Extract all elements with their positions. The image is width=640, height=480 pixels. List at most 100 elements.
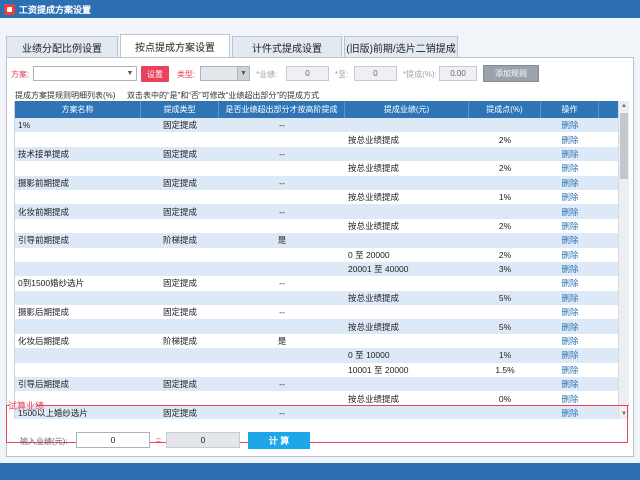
delete-link[interactable]: 删除 [541, 176, 599, 190]
scheme-label: 方案: [11, 69, 30, 79]
delete-link[interactable]: 删除 [541, 377, 599, 391]
tab-performance-ratio[interactable]: 业绩分配比例设置 [6, 36, 118, 58]
tab-panel: 方案: ▼ 设置 类型: ▼ *业绩: 0 *至: 0 *提成(%): 0.00… [6, 57, 634, 457]
cell-performance: 20001 至 40000 [348, 264, 409, 275]
chevron-down-icon: ▼ [237, 67, 249, 80]
commission-label: *提成(%): [403, 69, 437, 79]
delete-link[interactable]: 删除 [541, 348, 599, 362]
col-excess-only[interactable]: 是否业绩超出部分才按高阶提成 [219, 101, 345, 118]
cell-scheme-name [15, 248, 141, 262]
cell-rate: 5% [498, 321, 512, 332]
cell-rate: 0% [498, 393, 512, 404]
cell-performance: 10001 至 20000 [348, 364, 409, 375]
table-row[interactable]: 0 至 20000 2% 删除 [15, 247, 618, 262]
table-row[interactable]: 20001 至 40000 3% 删除 [15, 261, 618, 277]
delete-link[interactable]: 删除 [541, 305, 599, 319]
col-performance[interactable]: 提成业绩(元) [345, 101, 469, 118]
scroll-thumb[interactable] [620, 113, 628, 179]
perf-from-input[interactable]: 0 [286, 66, 329, 81]
cell-performance: 0 至 10000 [348, 350, 390, 361]
delete-link[interactable]: 删除 [541, 118, 599, 132]
table-row[interactable]: 按总业绩提成 1% 删除 [15, 189, 618, 205]
delete-link[interactable]: 删除 [541, 132, 599, 146]
table-row[interactable]: 引导后期提成 固定提成 -- 删除 [15, 377, 618, 392]
delete-link[interactable]: 删除 [541, 391, 599, 405]
cell-excess-only [219, 363, 345, 377]
cell-scheme-name [15, 161, 141, 175]
cell-performance [345, 305, 469, 319]
cell-rate: 3% [498, 264, 512, 275]
tab-point-commission[interactable]: 按点提成方案设置 [120, 34, 230, 58]
cell-performance [345, 176, 469, 190]
delete-link[interactable]: 删除 [541, 248, 599, 262]
table-row[interactable]: 10001 至 20000 1.5% 删除 [15, 362, 618, 378]
table-row[interactable]: 按总业绩提成 2% 删除 [15, 218, 618, 234]
table-row[interactable]: 0 至 10000 1% 删除 [15, 348, 618, 363]
delete-link[interactable]: 删除 [541, 334, 599, 348]
tab-piece-commission[interactable]: 计件式提成设置 [232, 36, 342, 58]
cell-excess-only: 是 [277, 336, 287, 347]
cell-performance [345, 276, 469, 290]
cell-rate [469, 204, 541, 218]
delete-link[interactable]: 删除 [541, 190, 599, 204]
table-row[interactable]: 1% 固定提成 -- 删除 [15, 118, 618, 133]
table-row[interactable]: 按总业绩提成 2% 删除 [15, 161, 618, 176]
cell-scheme-name: 技术接单提成 [18, 148, 70, 159]
cell-excess-only [219, 219, 345, 233]
calc-input[interactable]: 0 [76, 432, 150, 448]
vertical-scrollbar[interactable]: ▲ ▼ [618, 101, 629, 419]
col-rate[interactable]: 提成点(%) [469, 101, 541, 118]
delete-link[interactable]: 删除 [541, 319, 599, 333]
table-row[interactable]: 按总业绩提成 5% 删除 [15, 319, 618, 334]
table-row[interactable]: 化妆后期提成 阶梯提成 是 删除 [15, 333, 618, 349]
delete-link[interactable]: 删除 [541, 161, 599, 175]
table-row[interactable]: 按总业绩提成 0% 删除 [15, 391, 618, 406]
cell-commission-type: 固定提成 [162, 379, 197, 390]
cell-performance [345, 204, 469, 218]
table-row[interactable]: 按总业绩提成 2% 删除 [15, 132, 618, 147]
cell-excess-only: -- [279, 379, 285, 390]
table-row[interactable]: 按总业绩提成 5% 删除 [15, 290, 618, 306]
delete-link[interactable]: 删除 [541, 276, 599, 290]
cell-performance [345, 147, 469, 161]
add-rule-button[interactable]: 添加规则 [483, 65, 539, 82]
col-commission-type[interactable]: 提成类型 [141, 101, 219, 118]
delete-link[interactable]: 删除 [541, 233, 599, 247]
table-row[interactable]: 0到1500婚纱选片 固定提成 -- 删除 [15, 276, 618, 291]
cell-excess-only: 是 [277, 235, 287, 246]
col-scheme-name[interactable]: 方案名称 [15, 101, 141, 118]
table-row[interactable]: 技术接单提成 固定提成 -- 删除 [15, 146, 618, 162]
scroll-up-icon[interactable]: ▲ [619, 101, 629, 111]
delete-link[interactable]: 删除 [541, 204, 599, 218]
table-row[interactable]: 化妆前期提成 固定提成 -- 删除 [15, 204, 618, 219]
calculate-button[interactable]: 计 算 [248, 432, 310, 449]
cell-scheme-name [15, 190, 141, 204]
set-button[interactable]: 设置 [141, 66, 169, 82]
cell-rate [469, 118, 541, 132]
cell-performance [345, 118, 469, 132]
delete-link[interactable]: 删除 [541, 291, 599, 305]
scheme-select[interactable]: ▼ [33, 66, 137, 81]
type-select[interactable]: ▼ [200, 66, 250, 81]
cell-commission-type [141, 219, 219, 233]
table-header: 方案名称 提成类型 是否业绩超出部分才按高阶提成 提成业绩(元) 提成点(%) … [15, 101, 618, 118]
cell-excess-only [219, 291, 345, 305]
cell-rate [469, 176, 541, 190]
delete-link[interactable]: 删除 [541, 147, 599, 161]
col-action[interactable]: 操作 [541, 101, 599, 118]
table-row[interactable]: 摄影后期提成 固定提成 -- 删除 [15, 305, 618, 320]
cell-excess-only [219, 262, 345, 276]
cell-performance: 0 至 20000 [348, 249, 390, 260]
commission-input[interactable]: 0.00 [439, 66, 477, 81]
delete-link[interactable]: 删除 [541, 262, 599, 276]
table-row[interactable]: 引导前期提成 阶梯提成 是 删除 [15, 233, 618, 248]
tab-legacy-commission[interactable]: (旧版)前期/选片二销提成 [344, 36, 458, 58]
cell-performance: 按总业绩提成 [348, 220, 400, 231]
delete-link[interactable]: 删除 [541, 363, 599, 377]
delete-link[interactable]: 删除 [541, 219, 599, 233]
perf-to-input[interactable]: 0 [354, 66, 397, 81]
cell-scheme-name: 化妆前期提成 [18, 206, 70, 217]
table-row[interactable]: 摄影前期提成 固定提成 -- 删除 [15, 175, 618, 190]
cell-performance: 按总业绩提成 [348, 134, 400, 145]
cell-commission-type [141, 262, 219, 276]
